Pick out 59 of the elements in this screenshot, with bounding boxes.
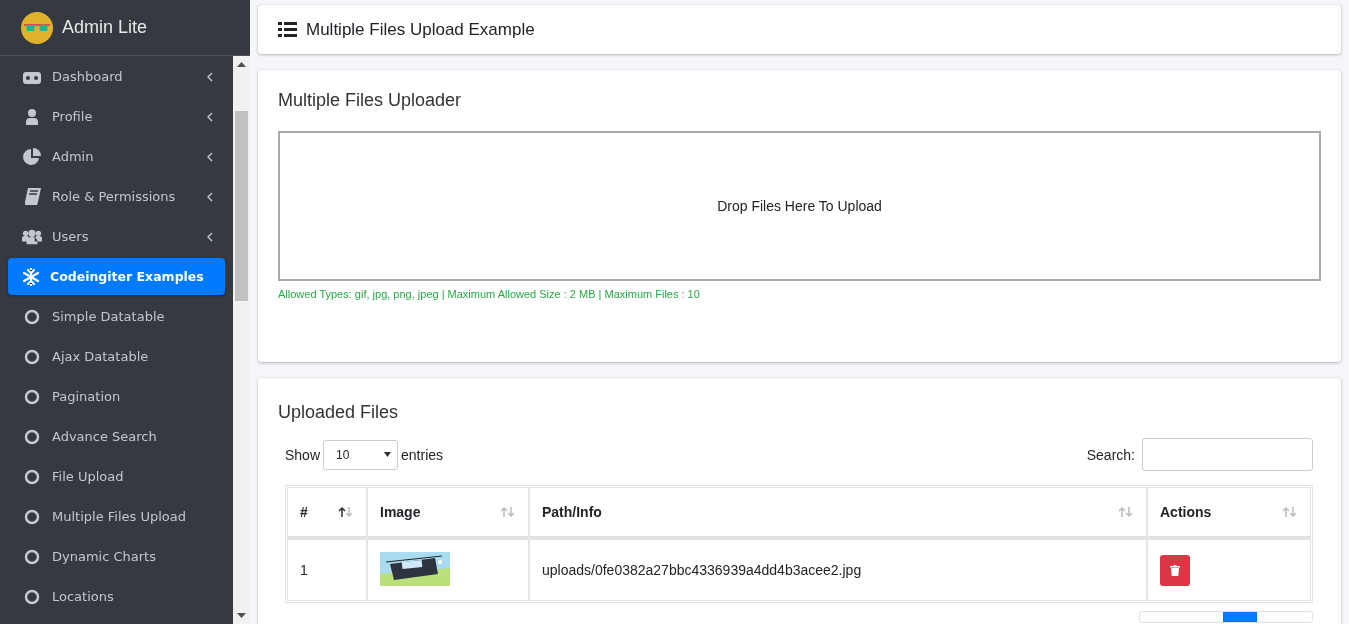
- show-label: Show: [285, 446, 321, 463]
- pie-chart-icon: [23, 147, 41, 166]
- sidebar-item[interactable]: Dynamic Charts: [8, 538, 225, 575]
- column-header[interactable]: Actions: [1148, 488, 1310, 538]
- card-title: Uploaded Files: [278, 402, 400, 423]
- scroll-down-icon[interactable]: [237, 613, 246, 618]
- circle-icon: [24, 508, 40, 525]
- page-size-select[interactable]: 10: [323, 439, 399, 470]
- circle-icon: [24, 388, 40, 405]
- search-label: Search:: [1086, 446, 1135, 463]
- circle-icon: [24, 308, 40, 325]
- table-cell: 1: [288, 540, 366, 600]
- trash-icon: [1170, 564, 1180, 576]
- column-header[interactable]: Path/Info: [530, 488, 1146, 538]
- scroll-up-icon[interactable]: [237, 62, 246, 67]
- circle-icon: [24, 588, 40, 605]
- sidebar-item[interactable]: Dashboard: [8, 58, 225, 95]
- sort-icon[interactable]: [338, 506, 354, 518]
- dropzone[interactable]: Drop Files Here To Upload: [278, 131, 1321, 281]
- sidebar-item[interactable]: Role & Permissions: [8, 178, 225, 215]
- brand-title: Admin Lite: [62, 17, 148, 38]
- entries-label: entries: [401, 446, 444, 463]
- chevron-left-icon: [206, 71, 213, 82]
- column-header[interactable]: Image: [368, 488, 528, 538]
- scrollbar[interactable]: [233, 56, 250, 624]
- sidebar-item[interactable]: Admin: [8, 138, 225, 175]
- users-icon: [22, 228, 42, 245]
- chevron-left-icon: [206, 151, 213, 162]
- snowflake-icon: [22, 267, 40, 286]
- column-header[interactable]: #: [288, 488, 366, 538]
- upload-hint: Allowed Types: gif, jpg, png, jpeg | Maximum Allowed Size : 2 MB | Maximum Files : 10: [278, 288, 700, 300]
- circle-icon: [24, 548, 40, 565]
- card-title: Multiple Files Uploader: [278, 90, 463, 111]
- sidebar-item[interactable]: Profile: [8, 98, 225, 135]
- circle-icon: [24, 428, 40, 445]
- circle-icon: [24, 348, 40, 365]
- page-title: Multiple Files Upload Example: [306, 19, 535, 40]
- sidebar-item[interactable]: File Upload: [8, 458, 225, 495]
- sidebar-item[interactable]: Locations: [8, 578, 225, 615]
- chevron-left-icon: [206, 111, 213, 122]
- sunglasses-logo: [20, 10, 54, 45]
- sidebar-item[interactable]: Ajax Datatable: [8, 338, 225, 375]
- list-icon: [278, 22, 297, 37]
- sidebar-item[interactable]: Multiple Files Upload: [8, 498, 225, 535]
- user-icon: [24, 108, 40, 125]
- table-cell: uploads/0fe0382a27bbc4336939a4dd4b3acee2.jpg: [530, 540, 1146, 600]
- sidebar-item[interactable]: Advance Search: [8, 418, 225, 455]
- book-icon: [23, 188, 41, 205]
- chevron-left-icon: [206, 191, 213, 202]
- pagination-control[interactable]: [1139, 611, 1313, 623]
- chevron-left-icon: [206, 231, 213, 242]
- sidebar-item[interactable]: Codeingiter Examples: [8, 258, 225, 295]
- delete-button[interactable]: [1160, 554, 1190, 586]
- caret-icon: [384, 452, 392, 457]
- circle-icon: [24, 468, 40, 485]
- sidebar-item[interactable]: Users: [8, 218, 225, 255]
- search-field[interactable]: [1142, 438, 1313, 471]
- sidebar-item[interactable]: Pagination: [8, 378, 225, 415]
- sidebar-item[interactable]: Simple Datatable: [8, 298, 225, 335]
